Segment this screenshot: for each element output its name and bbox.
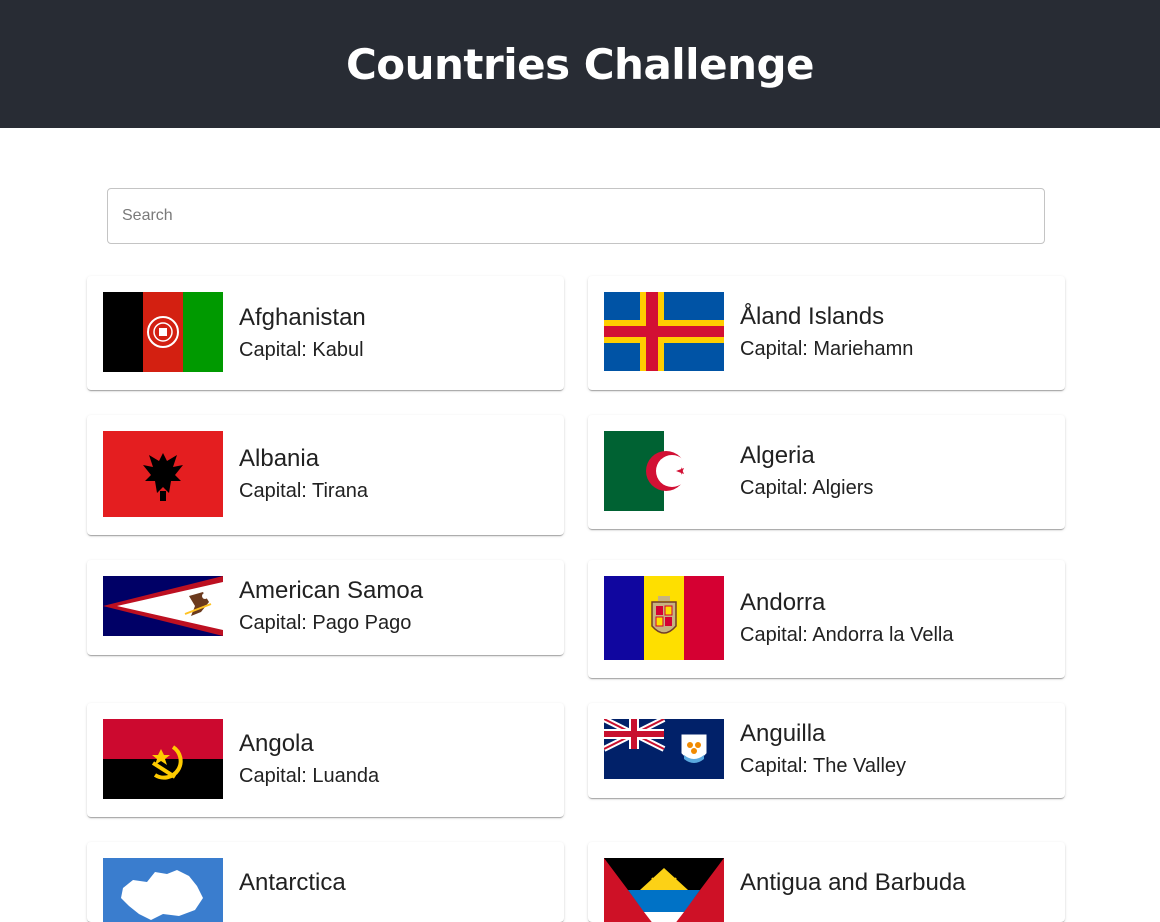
american-samoa-flag-icon [103, 576, 223, 636]
country-card-algeria[interactable]: Algeria Capital: Algiers [588, 415, 1065, 529]
country-name: Angola [239, 730, 314, 757]
country-name: Anguilla [740, 720, 826, 747]
country-info: Angola Capital: Luanda [239, 729, 379, 791]
country-capital: Capital: Mariehamn [740, 338, 914, 360]
country-card-aland-islands[interactable]: Åland Islands Capital: Mariehamn [588, 276, 1065, 390]
country-name: Andorra [740, 589, 826, 616]
country-name: Åland Islands [740, 303, 885, 330]
country-name: Albania [239, 445, 320, 472]
anguilla-flag-icon [604, 719, 724, 779]
country-card-afghanistan[interactable]: Afghanistan Capital: Kabul [87, 276, 564, 390]
country-info: Antarctica [239, 868, 346, 898]
country-card-andorra[interactable]: Andorra Capital: Andorra la Vella [588, 560, 1065, 678]
country-card-angola[interactable]: Angola Capital: Luanda [87, 703, 564, 817]
aland-islands-flag-icon [604, 292, 724, 371]
country-card-antarctica[interactable]: Antarctica [87, 842, 564, 922]
country-capital: Capital: Kabul [239, 339, 364, 361]
country-name: American Samoa [239, 577, 424, 604]
country-info: Afghanistan Capital: Kabul [239, 303, 366, 365]
algeria-flag-icon [604, 431, 724, 511]
app-header: Countries Challenge [0, 0, 1160, 128]
country-info: Åland Islands Capital: Mariehamn [740, 302, 913, 364]
country-card-anguilla[interactable]: Anguilla Capital: The Valley [588, 703, 1065, 798]
angola-flag-icon [103, 719, 223, 799]
country-name: Afghanistan [239, 304, 366, 331]
country-name: Algeria [740, 442, 815, 469]
country-card-antigua-and-barbuda[interactable]: Antigua and Barbuda [588, 842, 1065, 922]
country-info: Anguilla Capital: The Valley [740, 719, 906, 781]
antigua-and-barbuda-flag-icon [604, 858, 724, 922]
afghanistan-flag-icon [103, 292, 223, 372]
country-capital: Capital: The Valley [740, 755, 907, 777]
search-input[interactable] [107, 188, 1045, 244]
country-info: Antigua and Barbuda [740, 868, 966, 898]
country-name: Antarctica [239, 869, 346, 896]
antarctica-flag-icon [103, 858, 223, 922]
country-info: American Samoa Capital: Pago Pago [239, 576, 423, 638]
country-card-albania[interactable]: Albania Capital: Tirana [87, 415, 564, 535]
country-capital: Capital: Algiers [740, 477, 874, 499]
country-name: Antigua and Barbuda [740, 869, 966, 896]
country-capital: Capital: Luanda [239, 765, 380, 787]
country-capital: Capital: Pago Pago [239, 612, 412, 634]
country-info: Andorra Capital: Andorra la Vella [740, 588, 953, 650]
country-capital: Capital: Andorra la Vella [740, 624, 954, 646]
country-capital: Capital: Tirana [239, 480, 368, 502]
albania-flag-icon [103, 431, 223, 517]
country-card-american-samoa[interactable]: American Samoa Capital: Pago Pago [87, 560, 564, 655]
country-info: Albania Capital: Tirana [239, 444, 368, 506]
page-title: Countries Challenge [345, 39, 815, 89]
andorra-flag-icon [604, 576, 724, 660]
country-info: Algeria Capital: Algiers [740, 441, 873, 503]
